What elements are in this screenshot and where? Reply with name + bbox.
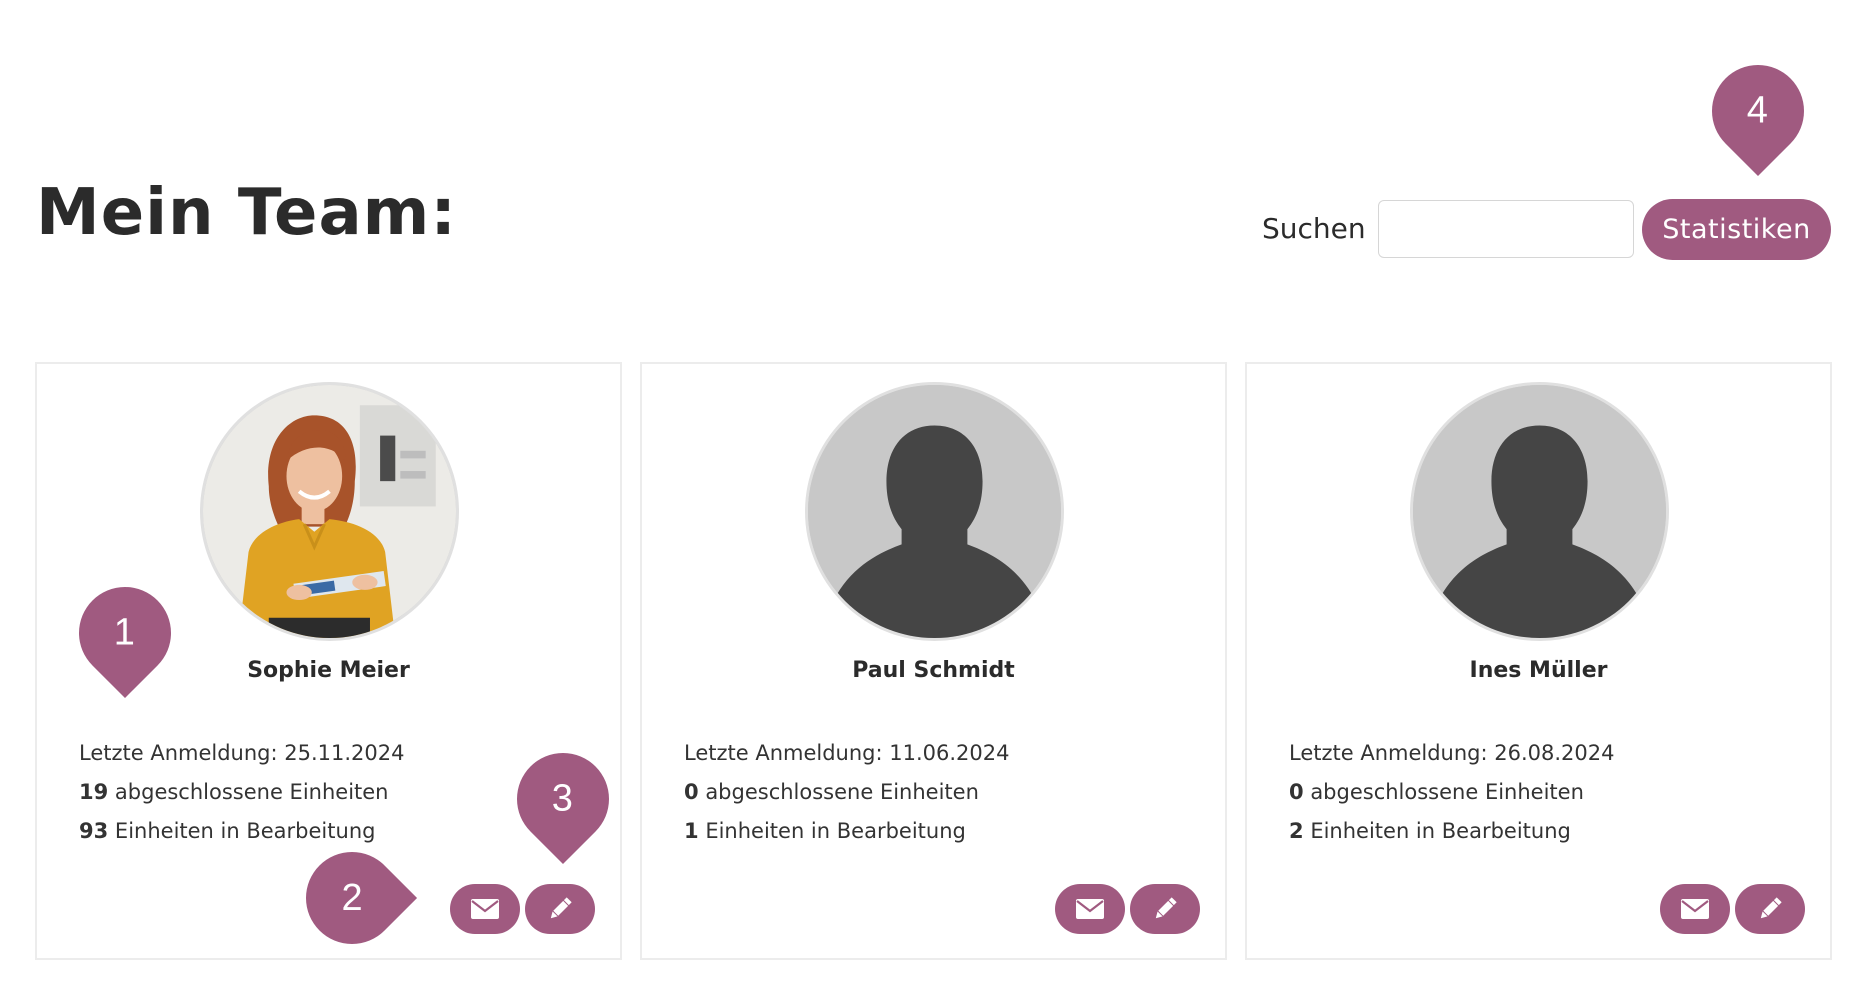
team-member-card: Paul Schmidt Letzte Anmeldung: 11.06.202… [640, 362, 1227, 960]
member-stats: Letzte Anmeldung: 25.11.2024 19 abgeschl… [79, 734, 405, 851]
edit-member-button[interactable] [1130, 884, 1200, 934]
pencil-icon [1155, 897, 1177, 919]
completed-units: 19 abgeschlossene Einheiten [79, 773, 405, 812]
avatar-placeholder [1410, 382, 1669, 641]
last-login: Letzte Anmeldung: 11.06.2024 [684, 741, 1010, 765]
send-mail-button[interactable] [450, 884, 520, 934]
in-progress-label: Einheiten in Bearbeitung [114, 819, 376, 843]
member-stats: Letzte Anmeldung: 11.06.2024 0 abgeschlo… [684, 734, 1010, 851]
pencil-icon [1760, 897, 1782, 919]
search-label: Suchen [1262, 212, 1366, 245]
completed-units: 0 abgeschlossene Einheiten [684, 773, 1010, 812]
avatar-photo [200, 382, 459, 641]
completed-count: 19 [79, 780, 109, 804]
avatar-placeholder [805, 382, 1064, 641]
in-progress-units: 93 Einheiten in Bearbeitung [79, 812, 405, 851]
team-page: Mein Team: Suchen Statistiken Sophie Mei… [0, 0, 1861, 996]
completed-units: 0 abgeschlossene Einheiten [1289, 773, 1615, 812]
completed-count: 0 [1289, 780, 1304, 804]
envelope-icon [1076, 899, 1104, 919]
in-progress-count: 93 [79, 819, 109, 843]
pencil-icon [550, 897, 572, 919]
completed-count: 0 [684, 780, 699, 804]
completed-label: abgeschlossene Einheiten [114, 780, 389, 804]
statistics-button[interactable]: Statistiken [1642, 199, 1831, 260]
in-progress-label: Einheiten in Bearbeitung [1310, 819, 1571, 843]
page-title: Mein Team: [36, 176, 457, 250]
completed-label: abgeschlossene Einheiten [1310, 780, 1584, 804]
in-progress-count: 1 [684, 819, 699, 843]
edit-member-button[interactable] [525, 884, 595, 934]
search-input[interactable] [1378, 200, 1634, 258]
in-progress-units: 2 Einheiten in Bearbeitung [1289, 812, 1615, 851]
last-login: Letzte Anmeldung: 26.08.2024 [1289, 741, 1615, 765]
team-member-card: Ines Müller Letzte Anmeldung: 26.08.2024… [1245, 362, 1832, 960]
member-stats: Letzte Anmeldung: 26.08.2024 0 abgeschlo… [1289, 734, 1615, 851]
in-progress-count: 2 [1289, 819, 1304, 843]
last-login: Letzte Anmeldung: 25.11.2024 [79, 741, 405, 765]
envelope-icon [1681, 899, 1709, 919]
in-progress-units: 1 Einheiten in Bearbeitung [684, 812, 1010, 851]
completed-label: abgeschlossene Einheiten [705, 780, 979, 804]
send-mail-button[interactable] [1055, 884, 1125, 934]
in-progress-label: Einheiten in Bearbeitung [705, 819, 966, 843]
member-name: Ines Müller [1469, 658, 1608, 683]
edit-member-button[interactable] [1735, 884, 1805, 934]
envelope-icon [471, 899, 499, 919]
annotation-marker-4: 4 [1692, 45, 1824, 177]
send-mail-button[interactable] [1660, 884, 1730, 934]
member-name: Paul Schmidt [852, 658, 1015, 683]
